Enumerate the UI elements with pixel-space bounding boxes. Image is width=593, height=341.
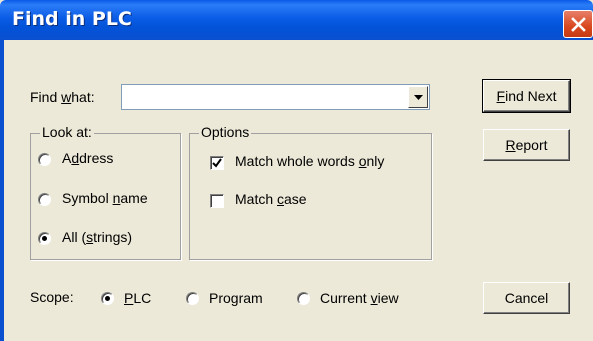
options-legend: Options [199,124,252,140]
scope-current-view-radio[interactable] [297,292,310,305]
close-button[interactable] [563,10,593,38]
scope-label: Scope: [30,289,74,305]
window-title: Find in PLC [12,8,132,30]
match-case-checkbox[interactable] [210,194,224,208]
address-radio[interactable] [38,153,51,166]
match-whole-words-label[interactable]: Match whole words only [235,153,384,169]
address-label[interactable]: Address [62,150,113,166]
all-strings-label[interactable]: All (strings) [62,229,132,245]
title-bar: Find in PLC [0,0,593,40]
find-next-button[interactable]: Find Next [482,79,571,113]
symbol-name-radio[interactable] [38,193,51,206]
match-whole-words-checkbox[interactable] [210,156,224,170]
all-strings-radio[interactable] [38,232,51,245]
scope-program-label[interactable]: Program [209,290,263,306]
symbol-name-label[interactable]: Symbol name [62,190,148,206]
dropdown-button[interactable] [408,86,428,108]
report-button[interactable]: Report [483,129,570,161]
cancel-button[interactable]: Cancel [483,282,570,314]
match-case-label[interactable]: Match case [235,191,307,207]
scope-program-radio[interactable] [186,292,199,305]
checkmark-icon [212,158,222,168]
close-icon [571,17,586,32]
scope-plc-label[interactable]: PLC [124,290,151,306]
scope-plc-radio[interactable] [101,292,114,305]
scope-current-view-label[interactable]: Current view [320,290,399,306]
window-frame [0,40,4,341]
chevron-down-icon [414,95,423,100]
find-what-label: Find what: [30,89,95,105]
look-at-legend: Look at: [40,124,94,140]
find-what-combobox[interactable] [121,84,430,110]
